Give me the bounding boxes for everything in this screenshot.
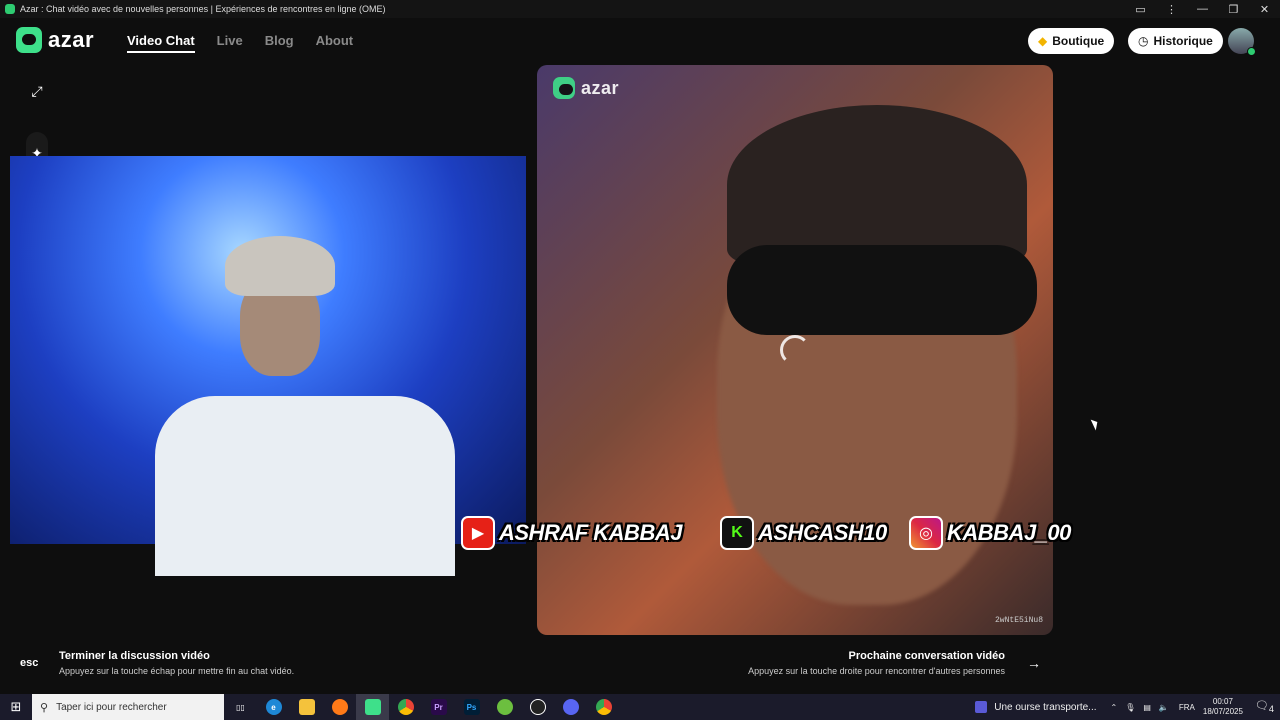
nav-blog[interactable]: Blog [265, 33, 294, 53]
azar-logo[interactable]: azar [16, 27, 94, 53]
instagram-text: KABBAJ_00 [947, 520, 1071, 545]
azar-app-icon[interactable] [356, 694, 389, 720]
close-button[interactable]: ✕ [1249, 0, 1280, 18]
kick-icon: K [720, 516, 754, 550]
next-chat-subtitle: Appuyez sur la touche droite pour rencon… [748, 666, 1005, 676]
search-placeholder: Taper ici pour rechercher [56, 701, 167, 713]
kick-handle: K ASHCASH10 [720, 516, 887, 550]
notification-count: 4 [1268, 704, 1274, 715]
chevron-up-icon[interactable]: ⌃ [1111, 703, 1118, 712]
search-icon: ⚲ [40, 701, 49, 714]
network-icon[interactable]: ▤ [1143, 703, 1151, 712]
gem-icon: ◆ [1038, 34, 1048, 48]
shop-button[interactable]: ◆ Boutique [1028, 28, 1115, 54]
session-code: 2wNtE5iNu8 [994, 616, 1043, 625]
expand-icon[interactable]: ⤢ [26, 80, 48, 102]
discord-icon[interactable] [554, 694, 587, 720]
instagram-icon: ◎ [909, 516, 943, 550]
end-chat-title: Terminer la discussion vidéo [59, 650, 210, 662]
history-label: Historique [1153, 34, 1213, 48]
now-playing-text: Une ourse transporte... [994, 701, 1097, 713]
watermark-text: azar [581, 77, 620, 98]
window-titlebar: Azar : Chat vidéo avec de nouvelles pers… [0, 0, 1280, 18]
restore-button[interactable]: ❐ [1218, 0, 1249, 18]
side-tools: ⤢ ✦ ☻ [26, 80, 48, 202]
system-tray: Une ourse transporte... ⌃ 🎙 ▤ 🔈 FRA 00:0… [975, 694, 1280, 720]
youtube-handle: ▶ ASHRAF KABBAJ [461, 516, 682, 550]
firefox-icon[interactable] [323, 694, 356, 720]
window-title: Azar : Chat vidéo avec de nouvelles pers… [20, 4, 386, 14]
logo-text: azar [48, 27, 95, 52]
youtube-text: ASHRAF KABBAJ [499, 520, 682, 545]
nav-about[interactable]: About [316, 33, 354, 53]
nav-links: Video Chat Live Blog About [127, 33, 375, 53]
azar-logo-icon [16, 27, 42, 53]
clock[interactable]: 00:07 18/07/2025 [1203, 697, 1243, 717]
remote-watermark: azar [553, 77, 619, 99]
taskbar-search-input[interactable]: ⚲ Taper ici pour rechercher [32, 694, 224, 720]
top-nav: azar Video Chat Live Blog About ◆ Boutiq… [0, 18, 1280, 64]
window-controls: ▭ ⋮ — ❐ ✕ [1125, 0, 1280, 18]
nav-live[interactable]: Live [217, 33, 243, 53]
shop-label: Boutique [1052, 34, 1105, 48]
media-icon [975, 701, 988, 713]
utorrent-icon[interactable] [488, 694, 521, 720]
language-indicator[interactable]: FRA [1179, 703, 1195, 712]
clock-date: 18/07/2025 [1202, 707, 1243, 716]
online-status-badge [1247, 47, 1256, 56]
windows-start-icon[interactable]: ⊞ [0, 694, 32, 720]
end-chat-subtitle: Appuyez sur la touche échap pour mettre … [59, 666, 295, 676]
chrome-icon[interactable] [389, 694, 422, 720]
loading-spinner-icon [780, 335, 810, 365]
azar-favicon-icon [5, 4, 15, 14]
local-video [10, 156, 526, 576]
next-chat-hint[interactable]: Prochaine conversation vidéo Appuyez sur… [748, 650, 1005, 676]
arrow-right-icon[interactable]: → [1027, 655, 1041, 671]
clock-time: 00:07 [1212, 697, 1233, 706]
now-playing-widget[interactable]: Une ourse transporte... [975, 701, 1097, 713]
end-chat-hint[interactable]: esc Terminer la discussion vidéo Appuyez… [20, 650, 294, 676]
file-explorer-icon[interactable] [290, 694, 323, 720]
kick-text: ASHCASH10 [758, 520, 887, 545]
notification-icon[interactable]: 🗨4 [1255, 699, 1274, 714]
history-button[interactable]: ◷ Historique [1128, 28, 1223, 54]
windows-taskbar: ⊞ ⚲ Taper ici pour rechercher ▯▯ e Pr Ps… [0, 694, 1280, 720]
obs-icon[interactable] [521, 694, 554, 720]
more-menu-icon[interactable]: ⋮ [1156, 0, 1187, 18]
volume-icon[interactable]: 🔈 [1159, 703, 1169, 712]
mouse-cursor-icon [1090, 417, 1101, 431]
edge-icon[interactable]: e [257, 694, 290, 720]
microphone-icon[interactable]: 🎙 [1125, 703, 1135, 712]
nav-video-chat[interactable]: Video Chat [127, 33, 195, 53]
next-chat-title: Prochaine conversation vidéo [848, 650, 1006, 662]
task-view-icon[interactable]: ▯▯ [224, 694, 257, 720]
photoshop-icon[interactable]: Ps [455, 694, 488, 720]
camera-icon[interactable]: ▭ [1125, 0, 1156, 18]
minimize-button[interactable]: — [1187, 0, 1218, 18]
local-person-image [130, 216, 455, 576]
azar-watermark-icon [553, 77, 575, 99]
chrome-alt-icon[interactable] [587, 694, 620, 720]
clock-icon: ◷ [1138, 34, 1149, 48]
esc-key-label: esc [20, 657, 39, 669]
instagram-handle: ◎ KABBAJ_00 [909, 516, 1071, 550]
premiere-icon[interactable]: Pr [422, 694, 455, 720]
youtube-icon: ▶ [461, 516, 495, 550]
user-avatar[interactable] [1228, 28, 1256, 56]
